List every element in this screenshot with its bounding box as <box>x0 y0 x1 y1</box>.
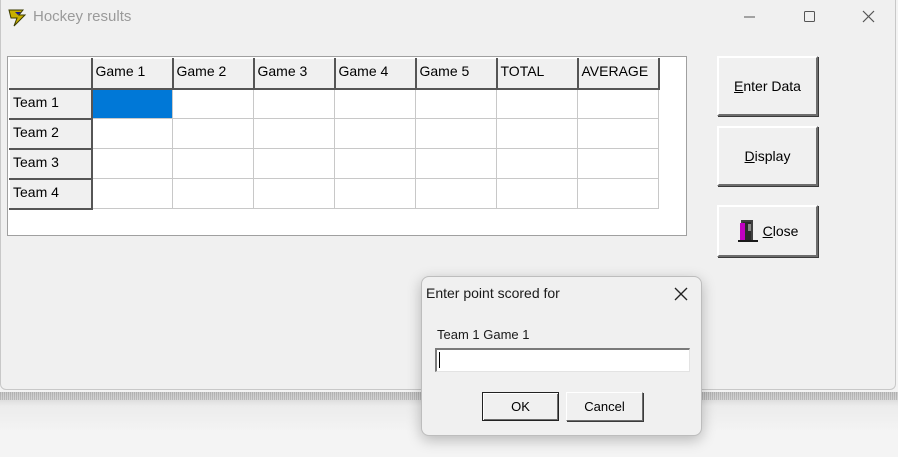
grid-cell[interactable] <box>334 178 416 209</box>
column-header[interactable]: Game 4 <box>334 58 417 90</box>
results-grid[interactable]: Game 1 Game 2 Game 3 Game 4 Game 5 TOTAL… <box>7 56 687 236</box>
grid-cell[interactable] <box>172 88 254 119</box>
door-exit-icon <box>737 220 758 242</box>
grid-cell[interactable] <box>253 88 335 119</box>
ok-button[interactable]: OK <box>482 392 559 421</box>
display-button[interactable]: Display <box>717 126 818 186</box>
close-label: lose <box>772 223 799 239</box>
minimize-icon <box>744 16 755 18</box>
header-row: Game 1 Game 2 Game 3 Game 4 Game 5 TOTAL… <box>9 58 660 90</box>
column-header[interactable]: Game 2 <box>172 58 255 90</box>
grid-cell-selected[interactable] <box>91 88 173 119</box>
column-header[interactable]: TOTAL <box>496 58 579 90</box>
row-header[interactable]: Team 4 <box>9 178 93 210</box>
maximize-button[interactable] <box>787 0 833 34</box>
enter-data-label: nter Data <box>743 78 801 94</box>
grid-cell[interactable] <box>415 148 497 179</box>
dialog-prompt: Team 1 Game 1 <box>437 327 530 342</box>
grid-cell[interactable] <box>577 178 659 209</box>
grid-cell[interactable] <box>253 178 335 209</box>
points-input[interactable] <box>435 348 690 372</box>
grid-cell[interactable] <box>415 178 497 209</box>
close-button[interactable]: Close <box>717 205 818 257</box>
grid-cell[interactable] <box>577 118 659 149</box>
input-dialog: Enter point scored for Team 1 Game 1 OK … <box>421 276 702 436</box>
enter-data-accel: E <box>734 78 744 94</box>
grid-cell[interactable] <box>577 148 659 179</box>
grid-cell[interactable] <box>496 178 578 209</box>
app-icon <box>8 9 27 27</box>
display-label: isplay <box>754 148 791 164</box>
window-title: Hockey results <box>33 8 132 25</box>
grid-cell[interactable] <box>172 148 254 179</box>
corner-cell <box>9 58 93 90</box>
close-window-button[interactable] <box>846 0 892 34</box>
minimize-button[interactable] <box>727 0 773 34</box>
grid-cell[interactable] <box>415 118 497 149</box>
grid-cell[interactable] <box>91 178 173 209</box>
column-header[interactable]: Game 3 <box>253 58 336 90</box>
grid-cell[interactable] <box>496 148 578 179</box>
close-icon <box>862 10 875 23</box>
table-row: Team 1 <box>9 88 659 120</box>
grid-cell[interactable] <box>496 88 578 119</box>
title-bar[interactable]: Hockey results <box>1 0 897 34</box>
dialog-title: Enter point scored for <box>426 285 560 301</box>
dialog-close-icon[interactable] <box>670 283 692 305</box>
grid-cell[interactable] <box>334 118 416 149</box>
maximize-icon <box>804 11 815 22</box>
display-accel: D <box>744 148 755 164</box>
column-header[interactable]: AVERAGE <box>577 58 660 90</box>
table-row: Team 3 <box>9 148 659 180</box>
grid-cell[interactable] <box>415 88 497 119</box>
grid-cell[interactable] <box>577 88 659 119</box>
text-caret <box>439 352 440 368</box>
grid-cell[interactable] <box>172 178 254 209</box>
results-table: Game 1 Game 2 Game 3 Game 4 Game 5 TOTAL… <box>9 58 660 210</box>
cancel-button[interactable]: Cancel <box>566 392 643 421</box>
table-row: Team 4 <box>9 178 659 210</box>
row-header[interactable]: Team 2 <box>9 118 93 150</box>
grid-cell[interactable] <box>253 118 335 149</box>
close-accel: C <box>762 223 773 239</box>
grid-cell[interactable] <box>91 118 173 149</box>
table-row: Team 2 <box>9 118 659 150</box>
column-header[interactable]: Game 1 <box>91 58 174 90</box>
row-header[interactable]: Team 1 <box>9 88 93 120</box>
grid-cell[interactable] <box>172 118 254 149</box>
grid-cell[interactable] <box>253 148 335 179</box>
grid-cell[interactable] <box>91 148 173 179</box>
column-header[interactable]: Game 5 <box>415 58 498 90</box>
row-header[interactable]: Team 3 <box>9 148 93 180</box>
grid-cell[interactable] <box>496 118 578 149</box>
grid-cell[interactable] <box>334 88 416 119</box>
enter-data-button[interactable]: Enter Data <box>717 56 818 116</box>
grid-cell[interactable] <box>334 148 416 179</box>
